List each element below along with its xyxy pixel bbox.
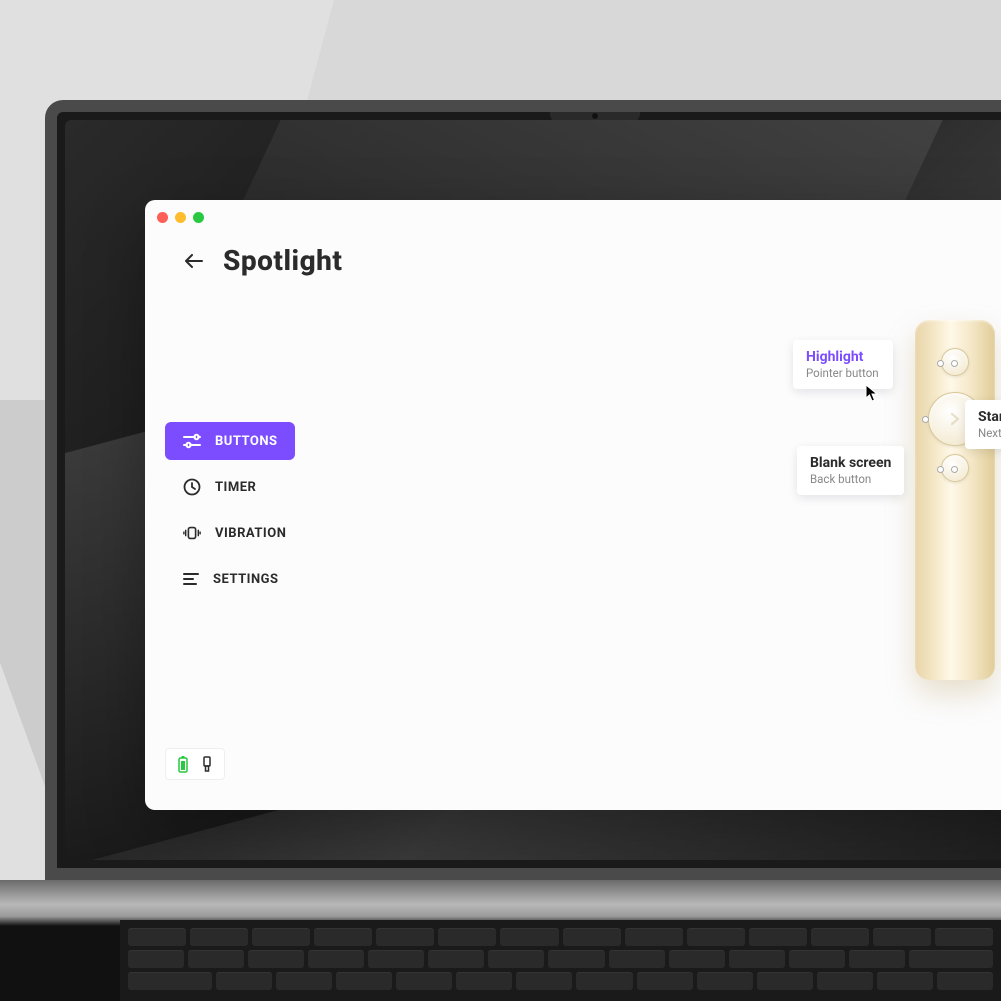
receiver-icon xyxy=(198,755,216,773)
callout-title: Highlight xyxy=(806,349,880,365)
nav-label: TIMER xyxy=(215,480,256,495)
vibration-icon xyxy=(183,524,201,542)
callout-blank-screen[interactable]: Blank screen Back button xyxy=(797,446,904,495)
header: Spotlight xyxy=(183,244,342,277)
connector-dot xyxy=(937,360,944,367)
callout-subtitle: Back button xyxy=(810,472,891,486)
nav-item-timer[interactable]: TIMER xyxy=(165,468,295,506)
nav-label: BUTTONS xyxy=(215,434,278,449)
laptop-base xyxy=(0,880,1001,1001)
connector-dot xyxy=(922,416,929,423)
callout-subtitle: Pointer button xyxy=(806,366,880,380)
nav-label: SETTINGS xyxy=(213,572,279,587)
callout-subtitle: Next button xyxy=(978,426,1001,440)
laptop-frame: Spotlight BUTTONS xyxy=(45,100,1001,880)
device-preview: Highlight Pointer button Start presentat… xyxy=(685,320,1001,720)
nav-item-vibration[interactable]: VIBRATION xyxy=(165,514,295,552)
nav-label: VIBRATION xyxy=(215,526,286,541)
remote-device xyxy=(915,320,995,680)
status-bar xyxy=(165,748,225,780)
close-button[interactable] xyxy=(157,212,168,223)
connector-dot xyxy=(951,360,958,367)
keyboard xyxy=(120,920,1001,1001)
clock-icon xyxy=(183,478,201,496)
callout-title: Start presentation xyxy=(978,409,1001,425)
page-title: Spotlight xyxy=(223,244,342,277)
callout-highlight[interactable]: Highlight Pointer button xyxy=(793,340,893,389)
connector-dot xyxy=(951,466,958,473)
maximize-button[interactable] xyxy=(193,212,204,223)
nav-item-buttons[interactable]: BUTTONS xyxy=(165,422,295,460)
battery-icon xyxy=(174,755,192,773)
nav-item-settings[interactable]: SETTINGS xyxy=(165,560,295,598)
app-window: Spotlight BUTTONS xyxy=(145,200,1001,810)
connector-dot xyxy=(937,466,944,473)
sliders-icon xyxy=(183,432,201,450)
window-controls xyxy=(157,212,204,223)
callout-start-presentation[interactable]: Start presentation Next button xyxy=(965,400,1001,449)
settings-lines-icon xyxy=(183,570,199,588)
back-arrow-icon[interactable] xyxy=(183,250,205,272)
sidebar-nav: BUTTONS TIMER VIBRATION xyxy=(165,422,295,598)
minimize-button[interactable] xyxy=(175,212,186,223)
callout-title: Blank screen xyxy=(810,455,891,471)
